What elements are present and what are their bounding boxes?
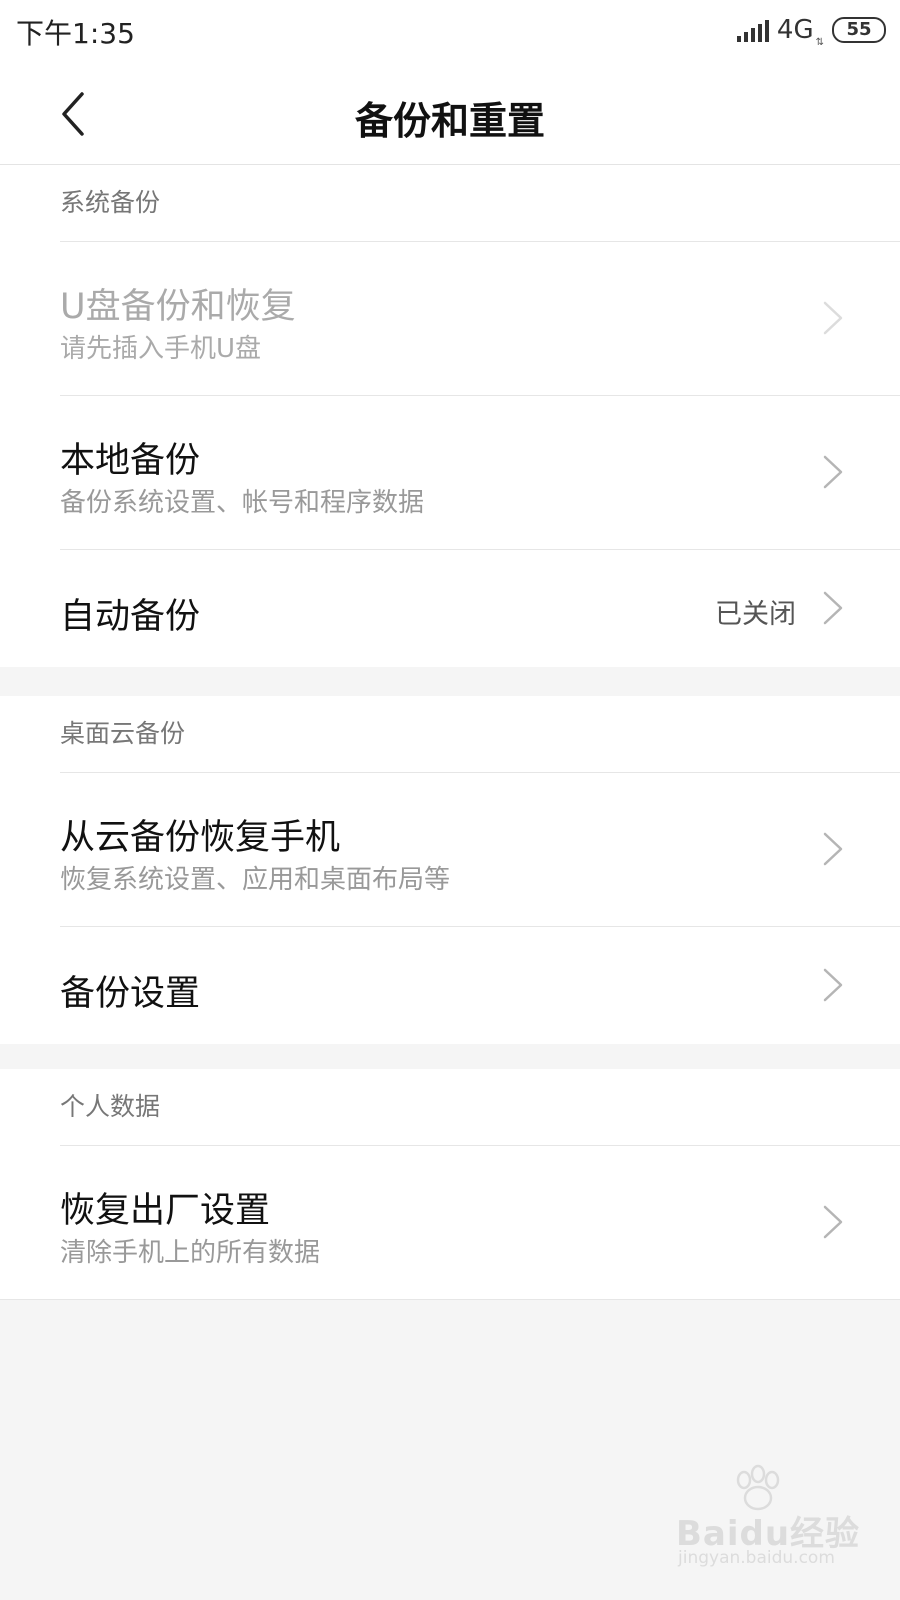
auto-backup-status: 已关闭 bbox=[715, 599, 796, 630]
backup-settings-item[interactable]: 备份设置 bbox=[60, 927, 900, 1044]
item-subtitle: 清除手机上的所有数据 bbox=[60, 1238, 321, 1268]
chevron-right-icon bbox=[823, 455, 843, 489]
nav-bar: 备份和重置 bbox=[0, 64, 900, 165]
local-backup-item[interactable]: 本地备份 备份系统设置、帐号和程序数据 bbox=[60, 396, 900, 550]
item-subtitle: 请先插入手机U盘 bbox=[60, 334, 262, 364]
section-header: 个人数据 bbox=[60, 1069, 900, 1146]
item-title: 从云备份恢复手机 bbox=[60, 818, 341, 858]
network-type: 4G bbox=[776, 15, 814, 45]
restore-from-cloud-item[interactable]: 从云备份恢复手机 恢复系统设置、应用和桌面布局等 bbox=[60, 773, 900, 927]
battery-level: 55 bbox=[846, 19, 872, 40]
network-activity-icon: ⇅ bbox=[815, 37, 824, 48]
chevron-right-icon bbox=[823, 968, 843, 1002]
auto-backup-item[interactable]: 自动备份 已关闭 bbox=[60, 550, 900, 667]
status-icons: 4G ⇅ 55 bbox=[736, 12, 886, 48]
chevron-right-icon bbox=[823, 832, 843, 866]
status-bar: 下午1:35 4G ⇅ 55 bbox=[0, 0, 900, 64]
battery-icon: 55 bbox=[832, 17, 886, 43]
section-cloud-backup: 桌面云备份 从云备份恢复手机 恢复系统设置、应用和桌面布局等 备份设置 bbox=[0, 696, 900, 1044]
signal-icon bbox=[736, 18, 769, 42]
chevron-left-icon bbox=[62, 92, 84, 136]
section-system-backup: 系统备份 U盘备份和恢复 请先插入手机U盘 本地备份 备份系统设置、帐号和程序数… bbox=[0, 165, 900, 667]
item-title: 本地备份 bbox=[60, 441, 201, 481]
chevron-right-icon bbox=[823, 1205, 843, 1239]
item-title: 自动备份 bbox=[60, 597, 201, 637]
item-title: 备份设置 bbox=[60, 974, 201, 1014]
item-title: 恢复出厂设置 bbox=[60, 1191, 271, 1231]
watermark-url: jingyan.baidu.com bbox=[678, 1548, 835, 1568]
item-subtitle: 恢复系统设置、应用和桌面布局等 bbox=[60, 865, 451, 895]
item-title: U盘备份和恢复 bbox=[60, 287, 296, 327]
page-title: 备份和重置 bbox=[354, 99, 545, 143]
status-time: 下午1:35 bbox=[16, 17, 135, 50]
factory-reset-item[interactable]: 恢复出厂设置 清除手机上的所有数据 bbox=[60, 1146, 900, 1299]
section-header: 系统备份 bbox=[60, 165, 900, 242]
section-personal-data: 个人数据 恢复出厂设置 清除手机上的所有数据 bbox=[0, 1069, 900, 1300]
back-button[interactable] bbox=[48, 86, 104, 142]
section-header: 桌面云备份 bbox=[60, 696, 900, 773]
usb-backup-restore-item[interactable]: U盘备份和恢复 请先插入手机U盘 bbox=[60, 242, 900, 396]
item-subtitle: 备份系统设置、帐号和程序数据 bbox=[60, 488, 425, 518]
chevron-right-icon bbox=[823, 591, 843, 625]
chevron-right-icon bbox=[823, 301, 843, 335]
baidu-watermark: Baidu经验 jingyan.baidu.com bbox=[670, 1462, 870, 1572]
